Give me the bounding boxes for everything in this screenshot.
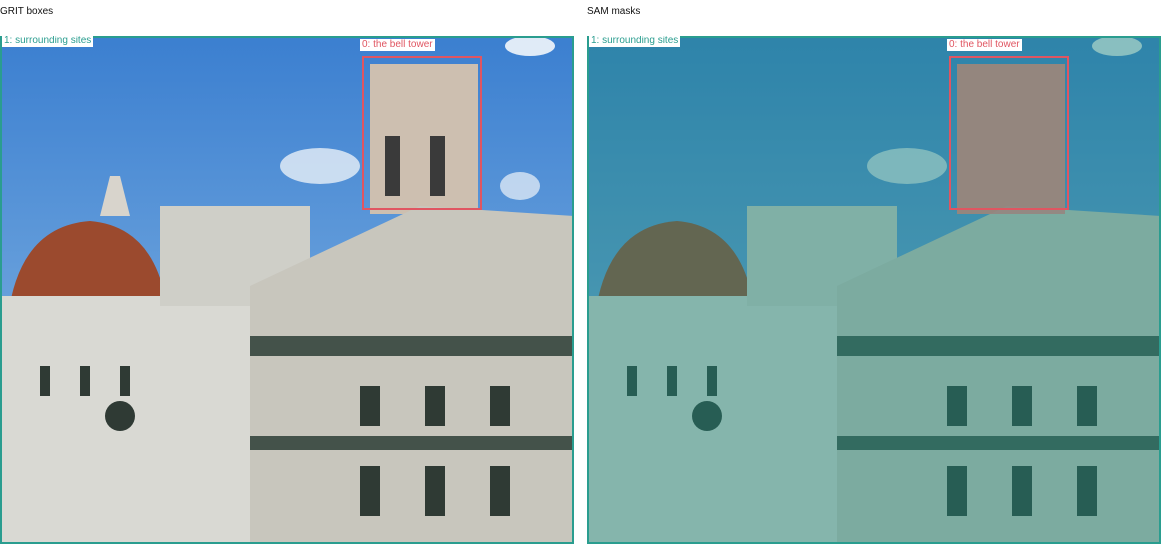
grit-panel: 1: surrounding sites 0: the bell tower bbox=[0, 36, 574, 544]
label-bell-tower-sam: 0: the bell tower bbox=[947, 39, 1022, 51]
label-bell-tower: 0: the bell tower bbox=[360, 39, 435, 51]
panel-title-sam: SAM masks bbox=[587, 6, 641, 17]
panel-title-grit: GRIT boxes bbox=[0, 6, 54, 17]
box-surrounding-sites bbox=[0, 36, 574, 544]
box-surrounding-sites-sam bbox=[587, 36, 1161, 544]
label-surrounding-sites: 1: surrounding sites bbox=[2, 36, 94, 47]
box-bell-tower-sam bbox=[949, 56, 1069, 210]
sam-panel: 1: surrounding sites 0: the bell tower bbox=[587, 36, 1161, 544]
label-surrounding-sites-sam: 1: surrounding sites bbox=[589, 36, 681, 47]
box-bell-tower bbox=[362, 56, 482, 210]
